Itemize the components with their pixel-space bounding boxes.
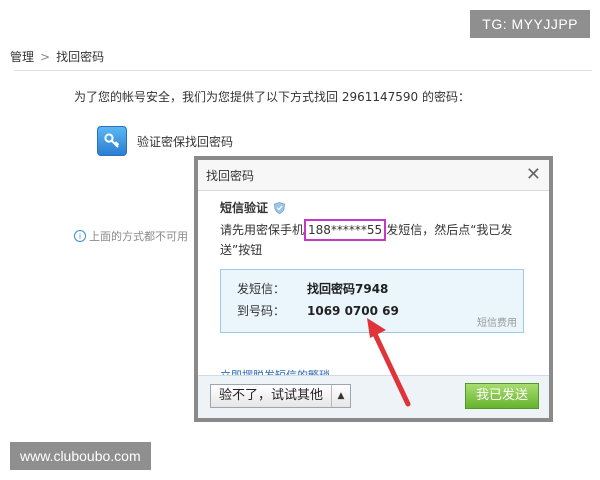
breadcrumb-separator: > bbox=[40, 50, 51, 64]
sms-fee-link[interactable]: 短信费用 bbox=[477, 314, 517, 329]
caret-up-icon[interactable]: ▲ bbox=[332, 385, 350, 407]
breadcrumb-parent[interactable]: 管理 bbox=[10, 50, 34, 64]
intro-text: 为了您的帐号安全，我们为您提供了以下方式找回 2961147590 的密码： bbox=[74, 90, 470, 104]
try-other-label[interactable]: 验不了，试试其他 bbox=[211, 385, 333, 407]
option-security-key[interactable]: 验证密保找回密码 bbox=[97, 126, 233, 156]
red-arrow-annotation bbox=[367, 318, 411, 407]
masked-phone-highlight: 188******55 bbox=[304, 219, 387, 241]
try-other-button[interactable]: 验不了，试试其他 ▲ bbox=[210, 384, 352, 408]
dialog-title: 找回密码 bbox=[206, 168, 255, 183]
sms-verify-title: 短信验证 bbox=[220, 199, 529, 216]
option-label[interactable]: 验证密保找回密码 bbox=[137, 133, 233, 150]
key-icon bbox=[97, 126, 127, 156]
breadcrumb: 管理 > 找回密码 bbox=[10, 48, 105, 65]
sms-instruction: 请先用密保手机 188******55 发短信，然后点“我已发送”按钮 bbox=[220, 219, 525, 259]
dialog-header: 找回密码 ✕ bbox=[198, 160, 549, 191]
breadcrumb-current: 找回密码 bbox=[56, 50, 105, 64]
fallback-note: i 上面的方式都不可用 bbox=[74, 228, 188, 244]
instruction-prefix: 请先用密保手机 bbox=[220, 223, 305, 237]
header-divider bbox=[14, 70, 592, 71]
close-icon[interactable]: ✕ bbox=[526, 166, 541, 184]
send-label: 发短信： bbox=[237, 282, 286, 296]
sent-button[interactable]: 我已发送 bbox=[465, 383, 539, 409]
watermark-tg: TG: MYYJJPP bbox=[470, 10, 590, 38]
watermark-site: www.cluboubo.com bbox=[10, 442, 151, 470]
fallback-note-text: 上面的方式都不可用 bbox=[89, 230, 188, 243]
sms-content-row: 发短信： 找回密码7948 bbox=[237, 278, 523, 300]
info-icon: i bbox=[74, 230, 86, 242]
to-label: 到号码： bbox=[237, 304, 286, 318]
shield-icon bbox=[274, 201, 285, 214]
sms-content-value: 找回密码7948 bbox=[307, 282, 389, 296]
sms-title-text: 短信验证 bbox=[220, 201, 269, 215]
